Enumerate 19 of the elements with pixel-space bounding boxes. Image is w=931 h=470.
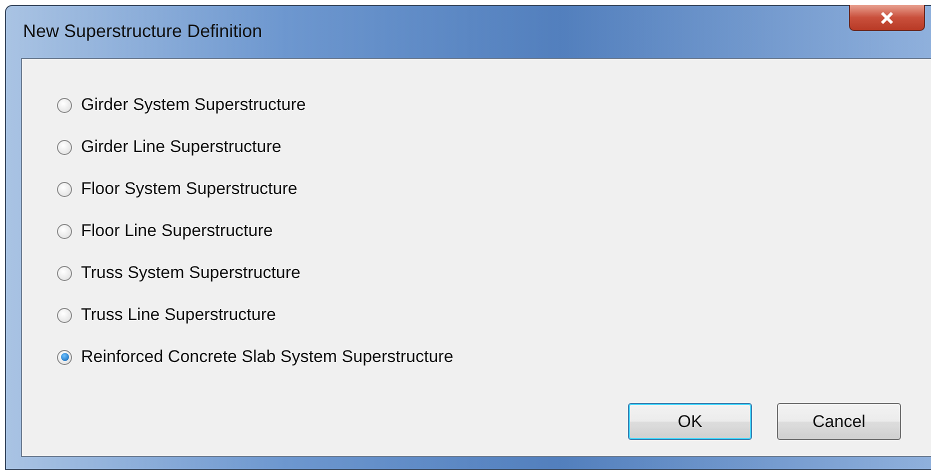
radio-button[interactable] (57, 140, 72, 154)
radio-button[interactable] (57, 182, 72, 196)
option-label[interactable]: Truss Line Superstructure (81, 305, 276, 325)
option-label[interactable]: Truss System Superstructure (81, 263, 300, 283)
radio-button[interactable] (57, 224, 72, 238)
option-label[interactable]: Floor Line Superstructure (81, 221, 273, 241)
close-button[interactable] (849, 5, 925, 31)
option-label[interactable]: Girder Line Superstructure (81, 137, 282, 157)
option-label[interactable]: Reinforced Concrete Slab System Superstructure (81, 347, 454, 367)
window-title: New Superstructure Definition (23, 21, 262, 42)
radio-button[interactable] (57, 308, 72, 322)
radio-button[interactable] (57, 98, 72, 112)
radio-button[interactable] (57, 350, 72, 364)
ok-button[interactable]: OK (628, 403, 752, 440)
option-label[interactable]: Girder System Superstructure (81, 95, 306, 115)
option-label[interactable]: Floor System Superstructure (81, 179, 298, 199)
cancel-button[interactable]: Cancel (777, 403, 901, 440)
close-icon (880, 12, 894, 24)
radio-button[interactable] (57, 266, 72, 280)
